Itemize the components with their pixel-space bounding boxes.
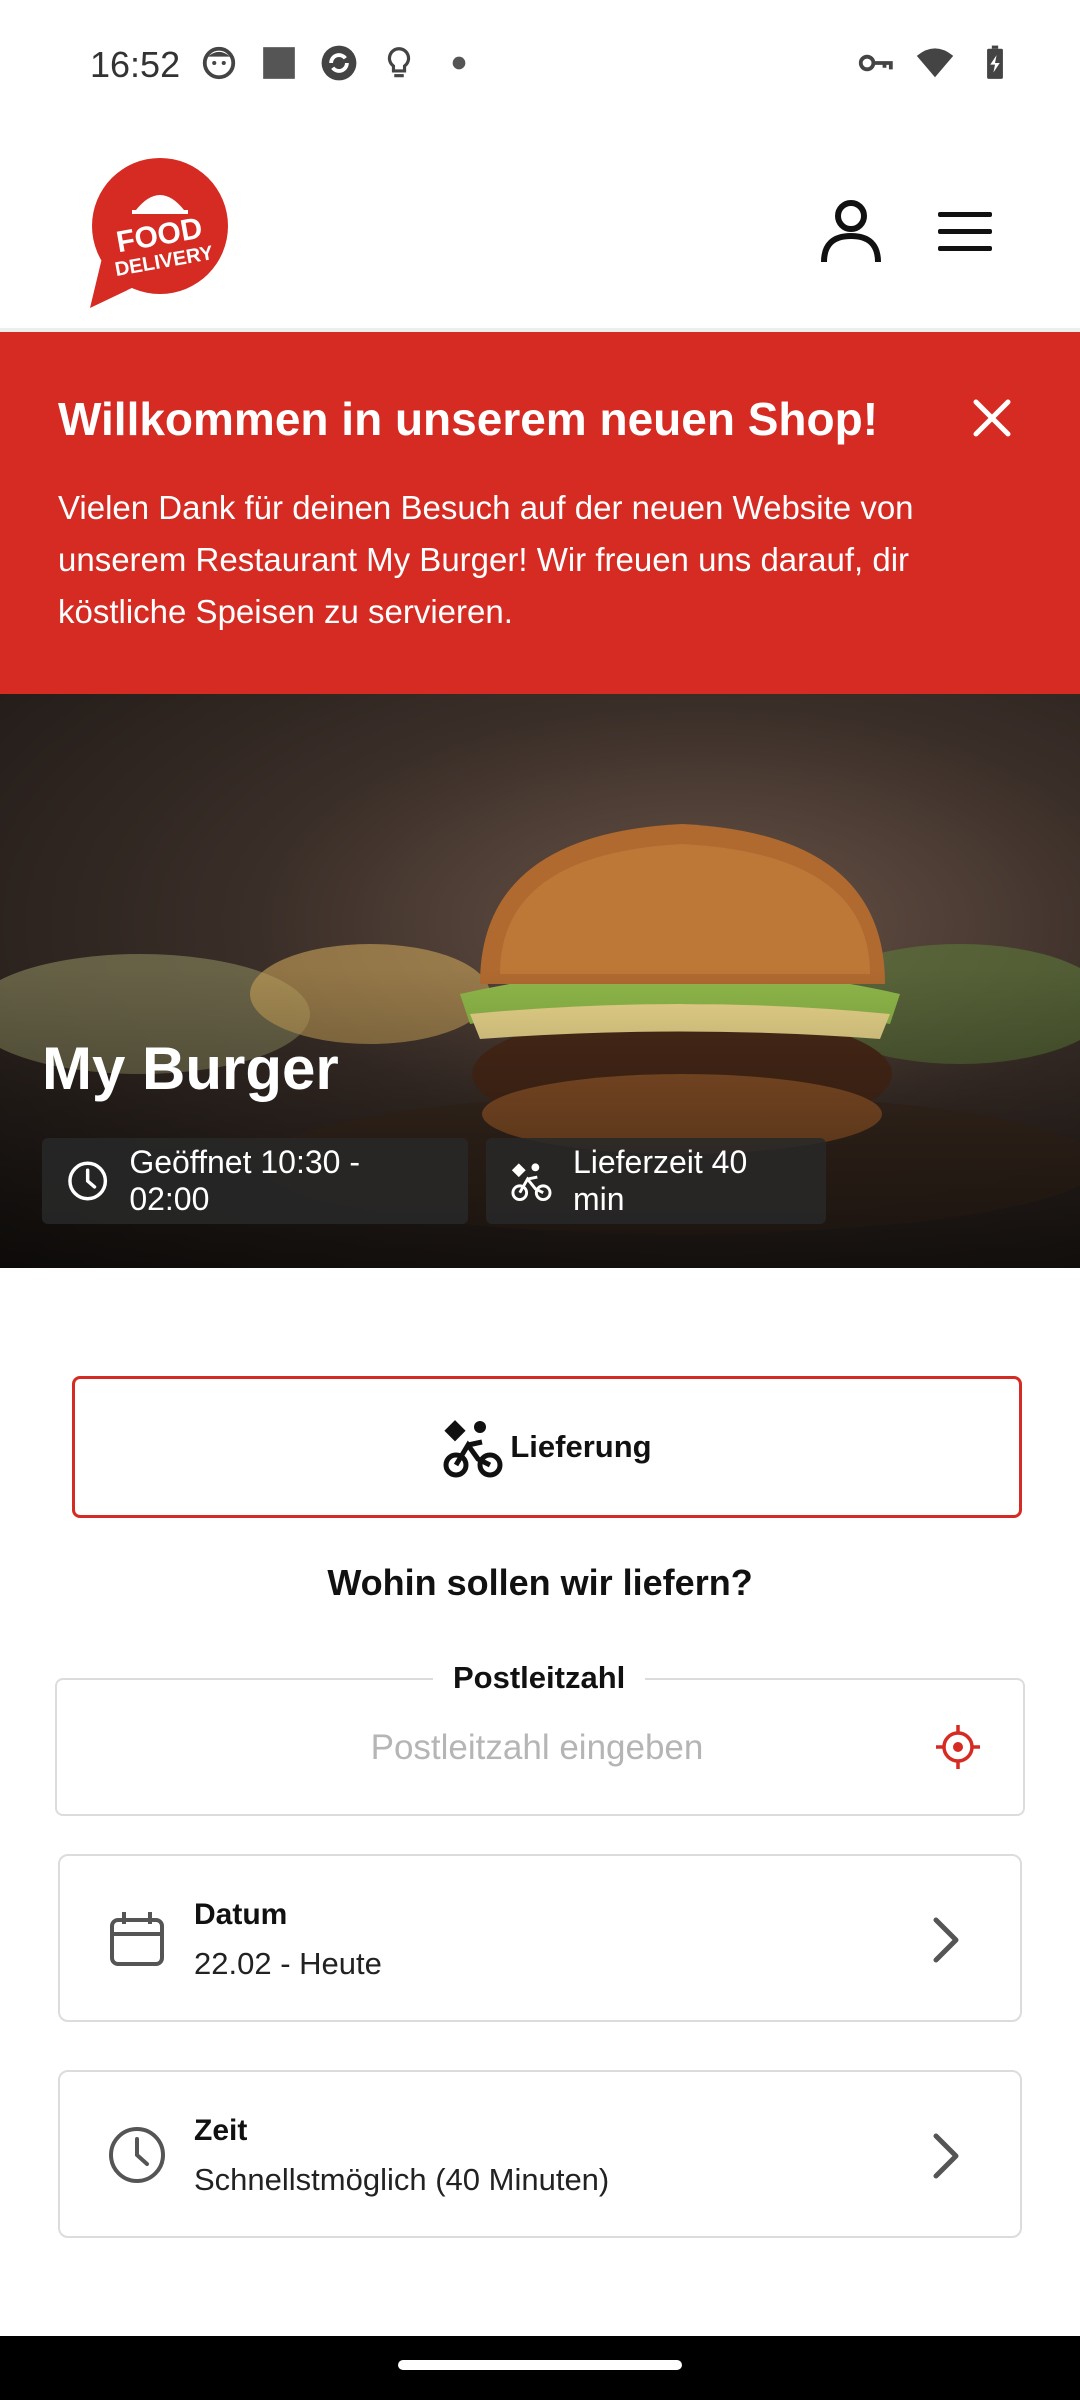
delivery-time-text: Lieferzeit 40 min — [572, 1144, 748, 1217]
logo-text: FOOD DELIVERY — [76, 147, 242, 319]
status-time: 16:52 — [90, 44, 181, 85]
banner-title: Willkommen in unserem neuen Shop! — [58, 393, 879, 445]
banner-text: Vielen Dank für deinen Besuch auf der ne… — [58, 489, 914, 630]
battery-charging-icon — [987, 45, 1003, 79]
postal-code-input[interactable] — [187, 1720, 887, 1776]
postal-code-label: Postleitzahl — [433, 1660, 646, 1696]
crosshair-location-icon — [936, 1725, 980, 1769]
account-button[interactable] — [816, 196, 886, 266]
face-icon — [202, 46, 236, 80]
time-label: Zeit — [194, 2114, 248, 2147]
postal-code-field — [55, 1678, 1025, 1816]
user-icon — [821, 200, 881, 263]
opening-hours-text: Geöffnet 10:30 - 02:00 — [129, 1144, 360, 1217]
clock-icon — [68, 1161, 108, 1201]
welcome-banner: Willkommen in unserem neuen Shop! Vielen… — [0, 332, 1080, 694]
restaurant-hero: My Burger Geöffnet 10:30 - 02:00 Lieferz… — [0, 694, 1080, 1268]
lightbulb-icon — [387, 47, 411, 78]
close-icon — [973, 399, 1011, 437]
food-delivery-logo[interactable]: FOOD DELIVERY — [88, 158, 230, 308]
banner-close-button[interactable] — [968, 394, 1016, 442]
home-gesture-handle[interactable] — [398, 2360, 682, 2370]
bike-courier-icon — [511, 1163, 552, 1202]
date-label: Datum — [194, 1898, 288, 1931]
time-value: Schnellstmöglich (40 Minuten) — [194, 2162, 610, 2197]
delivery-time-chip: Lieferzeit 40 min — [486, 1138, 826, 1224]
time-selector[interactable]: Zeit Schnellstmöglich (40 Minuten) — [58, 2070, 1022, 2238]
delivery-mode-button[interactable]: Lieferung — [72, 1376, 1022, 1518]
status-bar: 16:52 — [0, 0, 1080, 134]
calendar-icon — [110, 1912, 164, 1966]
status-system-icons — [856, 44, 1014, 82]
chevron-right-icon — [933, 2133, 959, 2179]
header: FOOD DELIVERY — [0, 134, 1080, 334]
sync-app-icon — [321, 45, 357, 81]
clock-icon — [109, 2127, 165, 2183]
opening-hours-chip: Geöffnet 10:30 - 02:00 — [42, 1138, 468, 1224]
locate-me-button[interactable] — [933, 1722, 983, 1772]
bike-courier-icon — [443, 1420, 503, 1478]
delivery-mode-label: Lieferung — [510, 1429, 652, 1464]
status-notification-icons — [200, 44, 478, 82]
date-value: 22.02 - Heute — [194, 1946, 382, 1981]
system-navigation-bar — [0, 2336, 1080, 2400]
square-app-icon — [263, 47, 295, 79]
restaurant-name: My Burger — [42, 1035, 339, 1102]
delivery-question: Wohin sollen wir liefern? — [327, 1562, 753, 1603]
hamburger-menu-icon — [938, 212, 992, 251]
date-selector[interactable]: Datum 22.02 - Heute — [58, 1854, 1022, 2022]
dot-icon — [452, 56, 466, 70]
chevron-right-icon — [933, 1917, 959, 1963]
vpn-key-icon — [858, 54, 893, 72]
wifi-icon — [916, 48, 954, 78]
menu-button[interactable] — [930, 204, 1000, 260]
